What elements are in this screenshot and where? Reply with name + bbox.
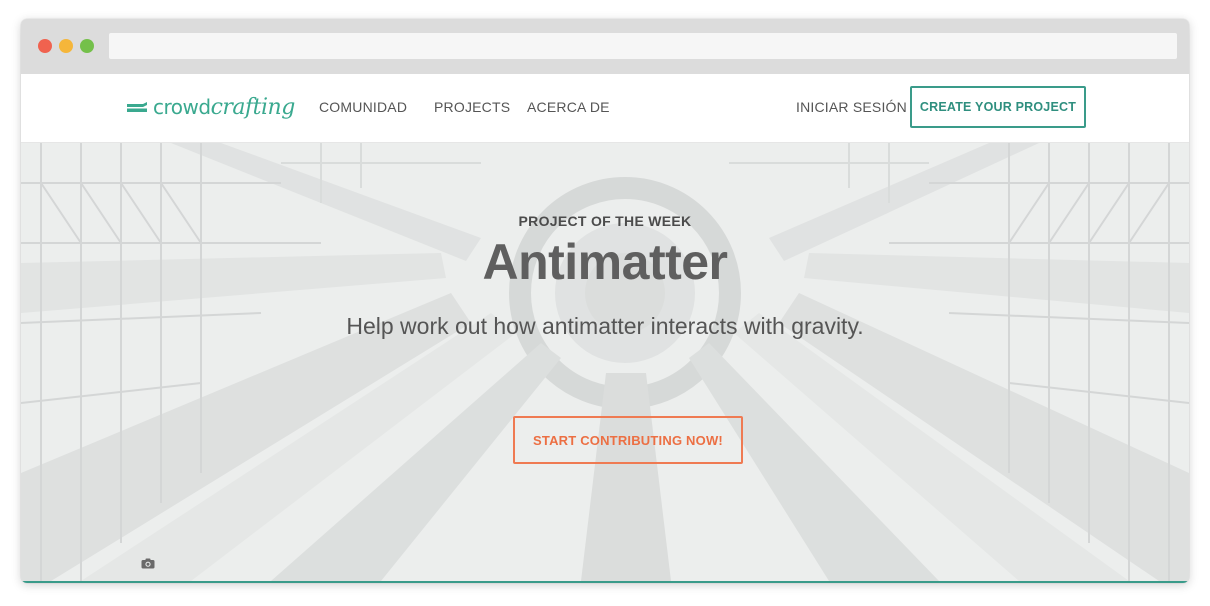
hero-bottom-border — [21, 581, 1189, 583]
browser-window: crowd crafting COMUNIDAD PROJECTS ACERCA… — [21, 19, 1189, 583]
hero-description: Help work out how antimatter interacts w… — [346, 313, 864, 339]
stack-logo-icon — [127, 102, 147, 112]
hero-background-image — [21, 143, 1189, 581]
camera-icon[interactable] — [141, 558, 155, 569]
start-contributing-button[interactable]: START CONTRIBUTING NOW! — [513, 416, 743, 464]
hero-title: Antimatter — [482, 234, 728, 290]
site-navbar: crowd crafting COMUNIDAD PROJECTS ACERCA… — [21, 74, 1189, 143]
minimize-window-dot[interactable] — [59, 39, 73, 53]
close-window-dot[interactable] — [38, 39, 52, 53]
nav-link-projects[interactable]: PROJECTS — [434, 99, 510, 115]
logo-text-crowd: crowd — [153, 95, 211, 119]
maximize-window-dot[interactable] — [80, 39, 94, 53]
nav-link-comunidad[interactable]: COMUNIDAD — [319, 99, 407, 115]
create-project-button[interactable]: CREATE YOUR PROJECT — [910, 86, 1086, 128]
logo-text-crafting: crafting — [210, 94, 296, 120]
browser-chrome — [21, 19, 1189, 74]
nav-link-acerca-de[interactable]: ACERCA DE — [527, 99, 610, 115]
hero-eyebrow: PROJECT OF THE WEEK — [518, 213, 692, 229]
crowdcrafting-logo[interactable]: crowd crafting — [126, 92, 295, 122]
hero-section: PROJECT OF THE WEEK Antimatter Help work… — [21, 143, 1189, 581]
login-link[interactable]: INICIAR SESIÓN — [796, 99, 907, 115]
address-bar[interactable] — [109, 33, 1177, 59]
